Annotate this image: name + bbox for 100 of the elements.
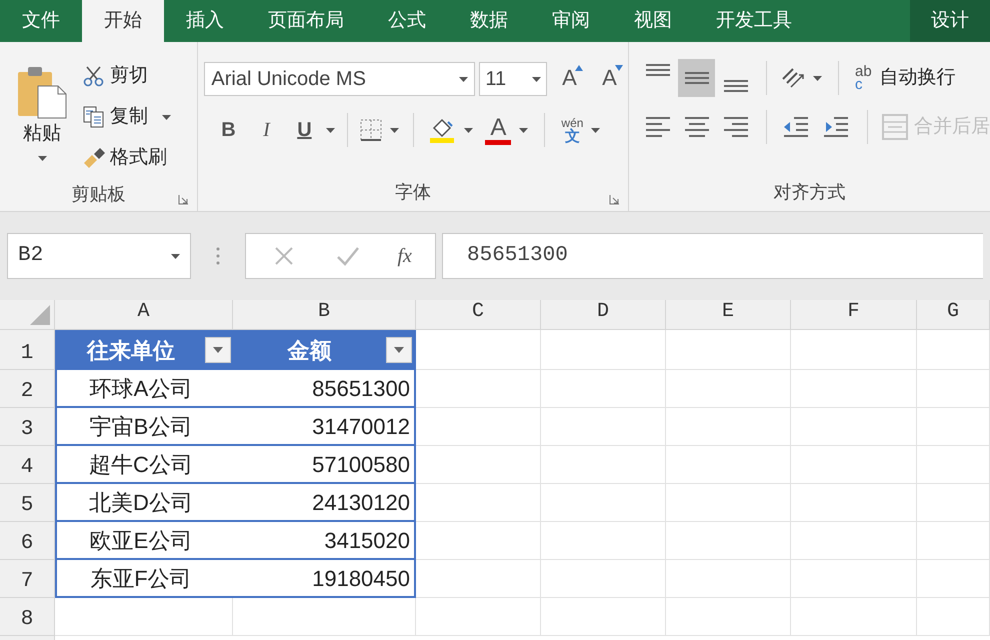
grid-cell[interactable] bbox=[791, 446, 917, 484]
grid-cell[interactable] bbox=[917, 484, 990, 522]
table-cell[interactable]: 超牛C公司 bbox=[55, 446, 233, 484]
grid-cell[interactable] bbox=[416, 598, 541, 636]
borders-button[interactable] bbox=[360, 119, 400, 141]
grid-cell[interactable] bbox=[666, 560, 791, 598]
row-header[interactable]: 4 bbox=[0, 446, 55, 484]
ribbon-tab[interactable]: 视图 bbox=[612, 0, 694, 42]
insert-function-button[interactable]: fx bbox=[397, 241, 412, 271]
dialog-launcher-icon[interactable] bbox=[178, 194, 190, 205]
table-cell[interactable]: 31470012 bbox=[233, 408, 416, 446]
grid-cell[interactable] bbox=[917, 446, 990, 484]
row-header[interactable]: 6 bbox=[0, 522, 55, 560]
phonetic-button[interactable]: wén 文 bbox=[561, 116, 600, 144]
grid-cell[interactable] bbox=[666, 408, 791, 446]
row-header[interactable]: 2 bbox=[0, 370, 55, 408]
grid-cell[interactable] bbox=[416, 408, 541, 446]
table-cell[interactable]: 85651300 bbox=[233, 370, 416, 408]
name-box[interactable]: B2 bbox=[7, 233, 191, 279]
grid-cell[interactable] bbox=[791, 522, 917, 560]
grid-cell[interactable] bbox=[917, 560, 990, 598]
grid-cell[interactable] bbox=[917, 370, 990, 408]
ribbon-tab[interactable]: 插入 bbox=[164, 0, 246, 42]
bold-button[interactable]: B bbox=[212, 114, 244, 146]
grid-cell[interactable] bbox=[791, 370, 917, 408]
column-header[interactable]: F bbox=[791, 300, 917, 330]
filter-button[interactable] bbox=[386, 337, 412, 363]
grid-cell[interactable] bbox=[416, 484, 541, 522]
format-painter-button[interactable]: 格式刷 bbox=[82, 142, 171, 174]
ribbon-tab[interactable]: 文件 bbox=[0, 0, 82, 42]
grid-cell[interactable] bbox=[917, 408, 990, 446]
font-color-button[interactable]: A bbox=[485, 116, 528, 144]
grid-cell[interactable] bbox=[416, 446, 541, 484]
row-header[interactable]: 1 bbox=[0, 330, 55, 370]
ribbon-tab[interactable]: 设计 bbox=[910, 0, 990, 42]
grid-cell[interactable] bbox=[541, 598, 666, 636]
grid-cell[interactable] bbox=[541, 408, 666, 446]
grid-cell[interactable] bbox=[917, 330, 990, 370]
grid-cell[interactable] bbox=[541, 560, 666, 598]
row-header[interactable]: 5 bbox=[0, 484, 55, 522]
grid-cell[interactable] bbox=[233, 598, 416, 636]
grid-cell[interactable] bbox=[791, 330, 917, 370]
middle-align-button[interactable] bbox=[678, 59, 715, 97]
font-name-combo[interactable]: Arial Unicode MS bbox=[204, 62, 476, 96]
table-cell[interactable]: 宇宙B公司 bbox=[55, 408, 233, 446]
table-cell[interactable]: 19180450 bbox=[233, 560, 416, 598]
table-cell[interactable]: 欧亚E公司 bbox=[55, 522, 233, 560]
grid-cell[interactable] bbox=[917, 598, 990, 636]
grid-cell[interactable] bbox=[541, 370, 666, 408]
grid-cell[interactable] bbox=[791, 408, 917, 446]
copy-button[interactable]: 复制 bbox=[82, 101, 171, 133]
grid-cell[interactable] bbox=[416, 370, 541, 408]
ribbon-tab[interactable]: 页面布局 bbox=[246, 0, 366, 42]
ribbon-tab[interactable]: 数据 bbox=[448, 0, 530, 42]
ribbon-tab[interactable]: 开发工具 bbox=[694, 0, 814, 42]
grid-cell[interactable] bbox=[791, 560, 917, 598]
grid-cell[interactable] bbox=[666, 370, 791, 408]
underline-button[interactable]: U bbox=[288, 114, 320, 146]
grid-cell[interactable] bbox=[917, 522, 990, 560]
fill-color-button[interactable] bbox=[428, 116, 474, 144]
grid-cell[interactable] bbox=[666, 522, 791, 560]
dialog-launcher-icon[interactable] bbox=[609, 194, 620, 205]
grid-cell[interactable] bbox=[416, 522, 541, 560]
column-header[interactable]: D bbox=[541, 300, 666, 330]
grid-cell[interactable] bbox=[416, 330, 541, 370]
grid-cell[interactable] bbox=[666, 598, 791, 636]
grid-cell[interactable] bbox=[541, 446, 666, 484]
column-header[interactable]: A bbox=[55, 300, 233, 330]
italic-button[interactable]: I bbox=[250, 114, 282, 146]
ribbon-tab[interactable]: 开始 bbox=[82, 0, 164, 42]
grid-cell[interactable] bbox=[541, 330, 666, 370]
column-header[interactable]: B bbox=[233, 300, 416, 330]
column-header[interactable]: E bbox=[666, 300, 791, 330]
font-size-combo[interactable]: 11 bbox=[479, 62, 548, 96]
table-cell[interactable]: 3415020 bbox=[233, 522, 416, 560]
decrease-font-size-button[interactable]: A bbox=[591, 62, 628, 96]
cut-button[interactable]: 剪切 bbox=[82, 60, 171, 92]
ribbon-tab[interactable]: 审阅 bbox=[530, 0, 612, 42]
filter-button[interactable] bbox=[205, 337, 231, 363]
grid-cell[interactable] bbox=[791, 484, 917, 522]
ribbon-tab[interactable]: 公式 bbox=[366, 0, 448, 42]
table-cell[interactable]: 环球A公司 bbox=[55, 370, 233, 408]
grid-cell[interactable] bbox=[541, 522, 666, 560]
row-header[interactable]: 7 bbox=[0, 560, 55, 598]
grid-cell[interactable] bbox=[666, 446, 791, 484]
paste-button[interactable]: 粘贴 bbox=[12, 60, 72, 178]
column-header[interactable]: G bbox=[917, 300, 990, 330]
grid-cell[interactable] bbox=[541, 484, 666, 522]
table-cell[interactable]: 57100580 bbox=[233, 446, 416, 484]
table-cell[interactable]: 24130120 bbox=[233, 484, 416, 522]
row-header[interactable]: 3 bbox=[0, 408, 55, 446]
table-cell[interactable]: 北美D公司 bbox=[55, 484, 233, 522]
column-header[interactable]: C bbox=[416, 300, 541, 330]
grid-cell[interactable] bbox=[55, 598, 233, 636]
table-cell[interactable]: 东亚F公司 bbox=[55, 560, 233, 598]
grid-cell[interactable] bbox=[666, 330, 791, 370]
grid-cell[interactable] bbox=[791, 598, 917, 636]
row-header[interactable]: 8 bbox=[0, 598, 55, 636]
formula-input[interactable]: 85651300 bbox=[442, 233, 983, 279]
grid-cell[interactable] bbox=[416, 560, 541, 598]
